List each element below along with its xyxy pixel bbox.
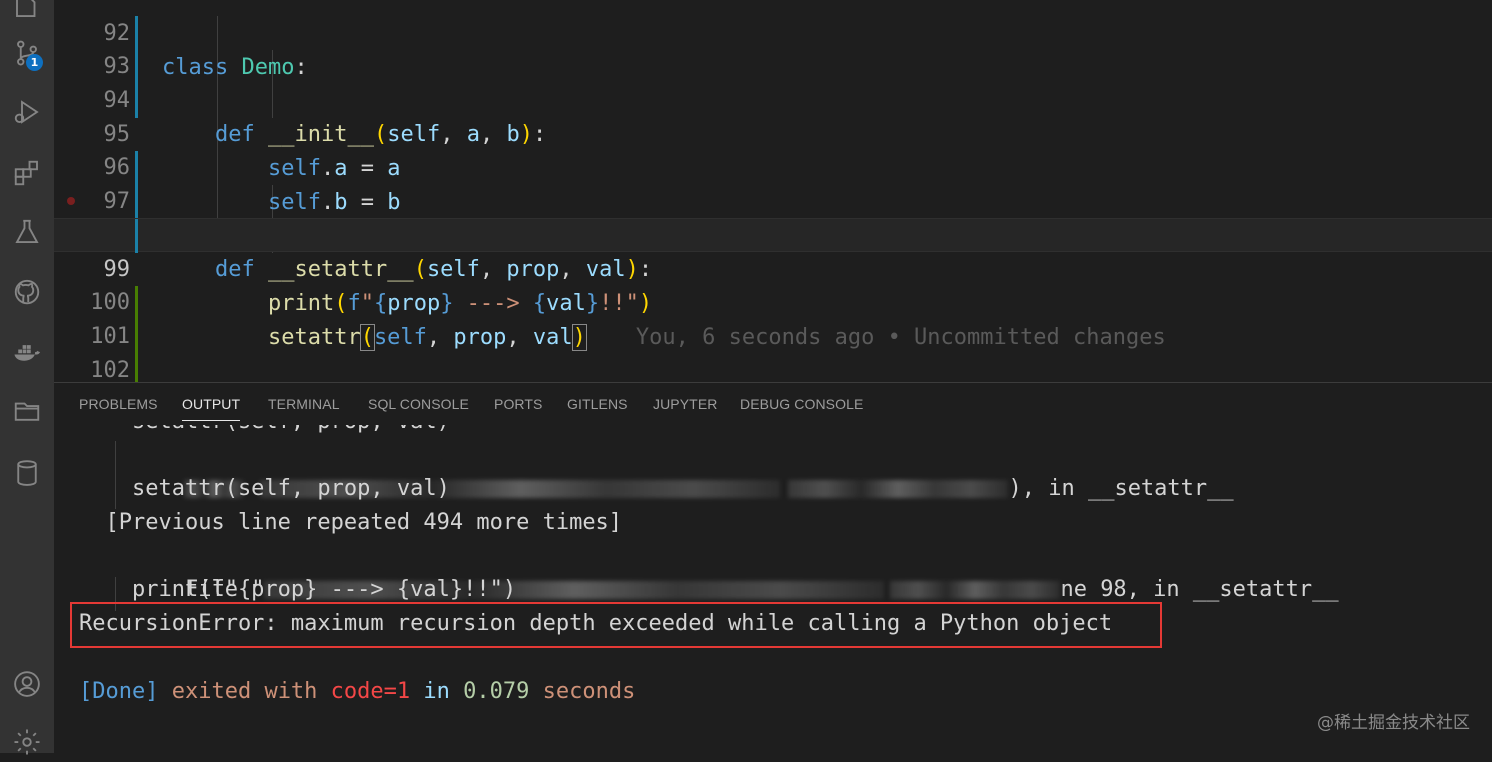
gutter-change-marker xyxy=(135,219,138,253)
extensions-icon[interactable] xyxy=(7,153,47,193)
bottom-panel: PROBLEMS OUTPUT TERMINAL SQL CONSOLE POR… xyxy=(54,382,1492,754)
code-line-100: 100 xyxy=(54,252,1492,315)
code-editor[interactable]: 92 class Demo: 93 def __init__(self, a, … xyxy=(54,0,1492,382)
panel-tabs: PROBLEMS OUTPUT TERMINAL SQL CONSOLE POR… xyxy=(54,383,1492,425)
code-line-98: 98 print(f"{prop} ---> {val}!!") xyxy=(54,185,1492,316)
output-line-text: ne 98, in __setattr__ xyxy=(1060,577,1339,602)
activity-bar: 1 xyxy=(0,0,54,755)
code-line-99: 99 setattr(self, prop, val) You, 6 second… xyxy=(54,218,1492,351)
docker-icon[interactable] xyxy=(7,332,47,372)
gutter-change-marker xyxy=(135,16,138,50)
output-line: [Previous line repeated 494 more times] xyxy=(79,510,623,535)
recursion-error-line: RecursionError: maximum recursion depth … xyxy=(79,611,1113,636)
gutter-change-marker xyxy=(135,151,138,185)
tab-debug-console[interactable]: DEBUG CONSOLE xyxy=(740,396,863,412)
done-in-text: in xyxy=(410,679,464,704)
code-line-102: 102 d.c = 123 xyxy=(54,320,1492,382)
folder-icon[interactable] xyxy=(7,391,47,431)
redacted-path xyxy=(890,581,1061,599)
account-icon[interactable] xyxy=(7,664,47,704)
output-line: setattr(self, prop, val) xyxy=(79,476,450,501)
gutter-added-marker xyxy=(135,320,138,354)
tab-ports[interactable]: PORTS xyxy=(494,396,542,412)
code-line-94: 94 self.a = a xyxy=(54,50,1492,181)
tab-gitlens[interactable]: GITLENS xyxy=(567,396,628,412)
done-line: [Done] exited with code=1 in 0.079 secon… xyxy=(79,675,635,709)
watermark: @稀土掘金技术社区 xyxy=(1317,713,1470,733)
tab-problems[interactable]: PROBLEMS xyxy=(79,396,158,412)
tab-jupyter[interactable]: JUPYTER xyxy=(653,396,718,412)
explorer-icon[interactable] xyxy=(7,0,47,26)
done-tag: [Done] xyxy=(79,679,159,704)
output-line-text: ), in __setattr__ xyxy=(1008,476,1234,501)
elapsed-time: 0.079 xyxy=(463,679,530,704)
code-line-101: 101 d = Demo(1, 2) xyxy=(54,286,1492,349)
output-view[interactable]: setattr(self, prop, val) ), in __setattr… xyxy=(54,425,1492,754)
gutter-change-marker xyxy=(135,185,138,219)
github-icon[interactable] xyxy=(7,272,47,312)
code-line-96: 96 xyxy=(54,117,1492,180)
code-line-93: 93 def __init__(self, a, b): xyxy=(54,16,1492,147)
tab-sql-console[interactable]: SQL CONSOLE xyxy=(368,396,469,412)
gutter-added-marker xyxy=(135,286,138,320)
done-seconds-text: seconds xyxy=(529,679,636,704)
code-line-97: 97 def __setattr__(self, prop, val): xyxy=(54,151,1492,282)
scm-badge: 1 xyxy=(26,54,43,71)
gutter-added-marker xyxy=(135,353,138,382)
code-line-103: 103 print(d.a) xyxy=(54,353,1492,382)
code-line-95: 95 self.b = b xyxy=(54,84,1492,215)
tab-output[interactable]: OUTPUT xyxy=(182,396,241,421)
testing-icon[interactable] xyxy=(7,212,47,252)
code-line-92: 92 class Demo: xyxy=(54,0,1492,80)
done-exited-text: exited with xyxy=(158,679,331,704)
settings-gear-icon[interactable] xyxy=(7,722,47,762)
exit-code: code=1 xyxy=(330,679,411,704)
database-icon[interactable] xyxy=(7,453,47,493)
run-debug-icon[interactable] xyxy=(7,92,47,132)
gutter-change-marker xyxy=(135,50,138,84)
redacted-path xyxy=(788,480,1009,498)
output-line: setattr(self, prop, val) xyxy=(79,425,450,439)
gutter-change-marker xyxy=(135,84,138,118)
tab-terminal[interactable]: TERMINAL xyxy=(268,396,340,412)
